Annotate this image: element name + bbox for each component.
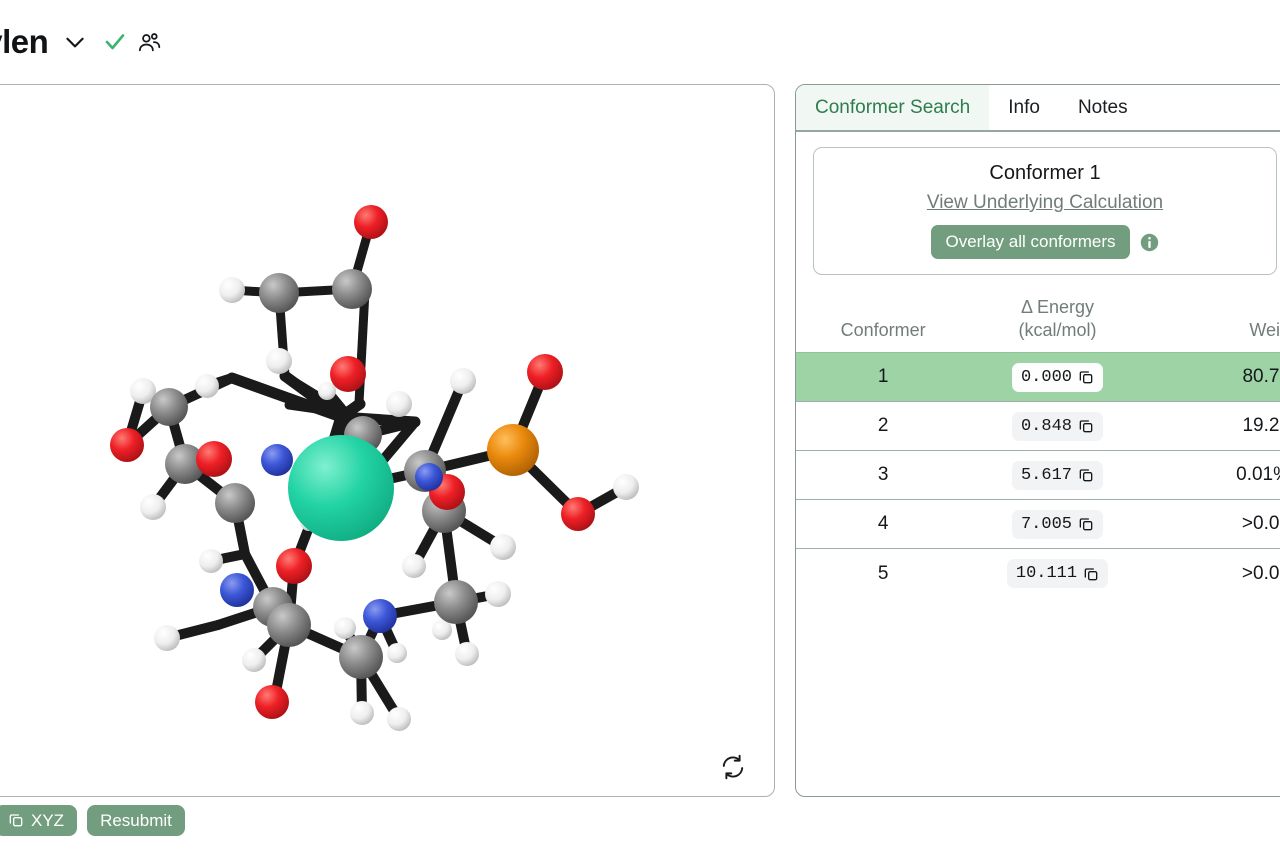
cell-weight: >0.01 (1144, 548, 1280, 598)
overlay-all-conformers-button[interactable]: Overlay all conformers (931, 225, 1130, 260)
energy-value: 0.000 (1020, 367, 1072, 387)
overlay-row: Overlay all conformers (824, 225, 1266, 260)
cell-weight: 19.29 (1144, 401, 1280, 451)
copy-icon (1084, 568, 1098, 581)
header-energy-line2: (kcal/mol) (1018, 320, 1097, 341)
energy-copy-chip[interactable]: 5.617 (1011, 460, 1103, 490)
refresh-icon[interactable] (716, 750, 750, 784)
cell-energy: 0.000 (970, 352, 1145, 402)
energy-value: 5.617 (1020, 465, 1072, 485)
cell-conformer-index: 2 (796, 401, 971, 451)
molecule-3d-model[interactable] (0, 85, 774, 796)
energy-copy-chip[interactable]: 7.005 (1011, 509, 1103, 539)
tab-conformer-search[interactable]: Conformer Search (796, 85, 990, 130)
energy-copy-chip[interactable]: 0.848 (1011, 411, 1103, 441)
copy-icon (9, 814, 23, 827)
molecule-canvas[interactable] (0, 85, 774, 796)
energy-value: 0.848 (1020, 416, 1072, 436)
resubmit-label: Resubmit (100, 810, 172, 830)
title-row: ys cylen (0, 23, 164, 61)
conformer-table-body: 1 0.000 80.70 2 0.848 19.29 (796, 352, 1280, 598)
results-panel: Conformer Search Info Notes Conformer 1 … (795, 84, 1280, 797)
table-row[interactable]: 2 0.848 19.29 (796, 401, 1280, 451)
copy-icon (1079, 420, 1093, 433)
page-title: ys cylen (0, 23, 49, 60)
conformer-summary-card: Conformer 1 View Underlying Calculation … (813, 147, 1277, 276)
energy-copy-chip[interactable]: 10.111 (1006, 559, 1109, 589)
molecule-viewer-panel[interactable] (0, 84, 775, 797)
cell-energy: 0.848 (970, 401, 1145, 451)
energy-value: 10.111 (1015, 564, 1078, 584)
header-energy-line1: Δ Energy (1020, 297, 1095, 318)
conformer-table: Conformer Δ Energy (kcal/mol) Weig 1 0.0… (796, 294, 1280, 598)
cell-energy: 7.005 (970, 499, 1145, 549)
people-icon[interactable] (134, 27, 164, 57)
cell-energy: 5.617 (970, 450, 1145, 500)
panel-tabs: Conformer Search Info Notes (796, 85, 1280, 132)
table-row[interactable]: 1 0.000 80.70 (796, 352, 1280, 402)
cell-conformer-index: 5 (796, 548, 971, 598)
view-underlying-calculation-link[interactable]: View Underlying Calculation (927, 192, 1163, 214)
table-header-row: Conformer Δ Energy (kcal/mol) Weig (796, 294, 1280, 353)
energy-value: 7.005 (1020, 514, 1072, 534)
tab-notes[interactable]: Notes (1059, 85, 1147, 130)
cell-energy: 10.111 (970, 548, 1145, 598)
copy-icon (1079, 469, 1093, 482)
copy-xyz-button[interactable]: XYZ (0, 804, 78, 836)
tab-info[interactable]: Info (989, 85, 1059, 130)
check-icon (100, 27, 130, 57)
cell-conformer-index: 1 (796, 352, 971, 402)
table-row[interactable]: 5 10.111 >0.01 (796, 548, 1280, 598)
chevron-down-icon[interactable] (58, 25, 92, 59)
header-weight: Weig (1249, 320, 1280, 341)
cell-weight: 80.70 (1144, 352, 1280, 402)
copy-icon (1079, 371, 1093, 384)
cell-conformer-index: 3 (796, 450, 971, 500)
table-row[interactable]: 3 5.617 0.01% (796, 450, 1280, 500)
copy-icon (1079, 518, 1093, 531)
resubmit-button[interactable]: Resubmit (87, 804, 185, 836)
cell-weight: >0.01 (1144, 499, 1280, 549)
conformer-title: Conformer 1 (989, 162, 1101, 184)
cell-weight: 0.01% (1144, 450, 1280, 500)
table-row[interactable]: 4 7.005 >0.01 (796, 499, 1280, 549)
header-delta-energy: Δ Energy (kcal/mol) (970, 294, 1144, 353)
header-conformer: Conformer (840, 320, 926, 341)
energy-copy-chip[interactable]: 0.000 (1011, 362, 1103, 392)
info-icon[interactable] (1140, 233, 1159, 252)
viewer-action-bar: XYZ Resubmit (0, 803, 185, 837)
page-header: ys cylen (0, 0, 1280, 84)
cell-conformer-index: 4 (796, 499, 971, 549)
copy-xyz-label: XYZ (31, 810, 65, 830)
